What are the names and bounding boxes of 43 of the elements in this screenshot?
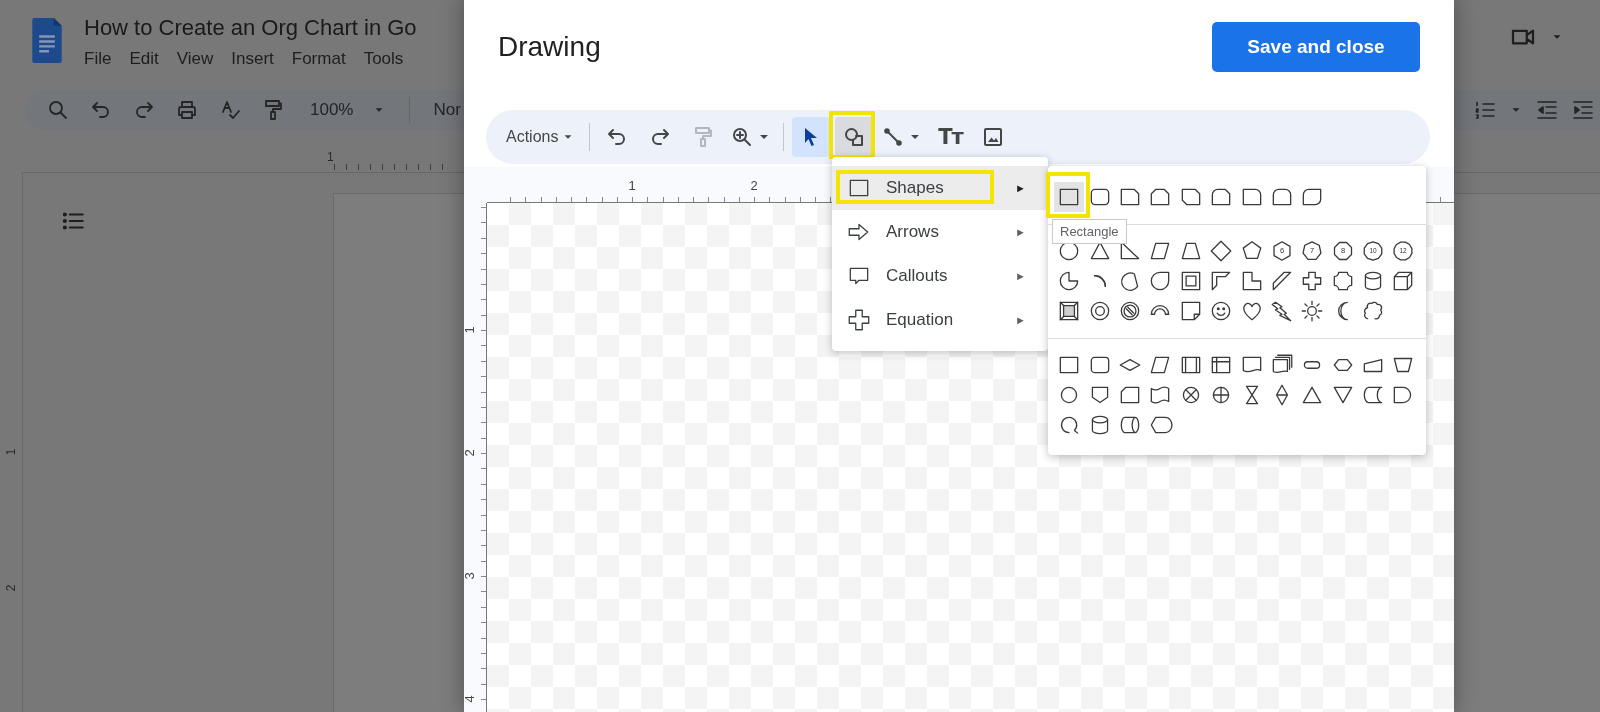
docs-logo-icon[interactable] xyxy=(30,17,64,64)
tooltip: Rectangle xyxy=(1052,219,1127,244)
rectangle-shape[interactable] xyxy=(1054,182,1085,212)
menu-item-label: Shapes xyxy=(886,178,944,198)
ruler-number: 1 xyxy=(628,179,636,195)
printer-icon[interactable] xyxy=(175,98,199,122)
submenu-arrow: ► xyxy=(1015,182,1026,194)
submenu-arrow: ► xyxy=(1015,314,1026,326)
text-box-button[interactable]: Tᴛ xyxy=(931,117,970,157)
menu-item[interactable]: Arrows ► xyxy=(832,210,1048,254)
menu-item[interactable]: Equation ► xyxy=(832,298,1048,342)
decrease-indent-icon[interactable] xyxy=(1535,98,1559,122)
submenu-arrow: ► xyxy=(1015,226,1026,238)
menu-item-label: Callouts xyxy=(886,266,948,286)
ruler-number: 1 xyxy=(464,326,477,334)
menu-item-label: Arrows xyxy=(886,222,939,242)
ruler-number: 1 xyxy=(327,150,334,164)
menu-item[interactable]: Shapes ► xyxy=(832,166,1048,210)
menu-item[interactable]: Tools xyxy=(363,49,404,69)
ruler-number: 2 xyxy=(3,584,19,592)
dialog-title: Drawing xyxy=(498,31,601,63)
document-title[interactable]: How to Create an Org Chart in Go xyxy=(84,15,417,41)
shape-button[interactable] xyxy=(835,117,874,157)
menu-item[interactable]: File xyxy=(84,49,112,69)
submenu-arrow: ► xyxy=(1015,270,1026,282)
ruler-number: 3 xyxy=(464,572,477,580)
ruler-number: 1 xyxy=(3,448,19,456)
ruler-number: 2 xyxy=(750,179,758,195)
actions-menu-button[interactable]: Actions xyxy=(500,121,582,153)
plus-icon xyxy=(846,307,872,333)
select-button[interactable] xyxy=(792,117,831,157)
menu-item[interactable]: Format xyxy=(291,49,346,69)
menu-item[interactable]: View xyxy=(176,49,214,69)
menu-item[interactable]: Insert xyxy=(231,49,274,69)
arc-icon xyxy=(1093,275,1106,287)
ruler-number: 2 xyxy=(464,449,477,457)
ruler-number: 4 xyxy=(464,695,477,703)
menu-item-label: Equation xyxy=(886,310,954,330)
increase-indent-icon[interactable] xyxy=(1571,98,1595,122)
menu-item[interactable]: Edit xyxy=(129,49,159,69)
save-and-close-button[interactable]: Save and close xyxy=(1212,22,1420,72)
menu-item[interactable]: Callouts ► xyxy=(832,254,1048,298)
search-icon[interactable] xyxy=(46,98,70,122)
